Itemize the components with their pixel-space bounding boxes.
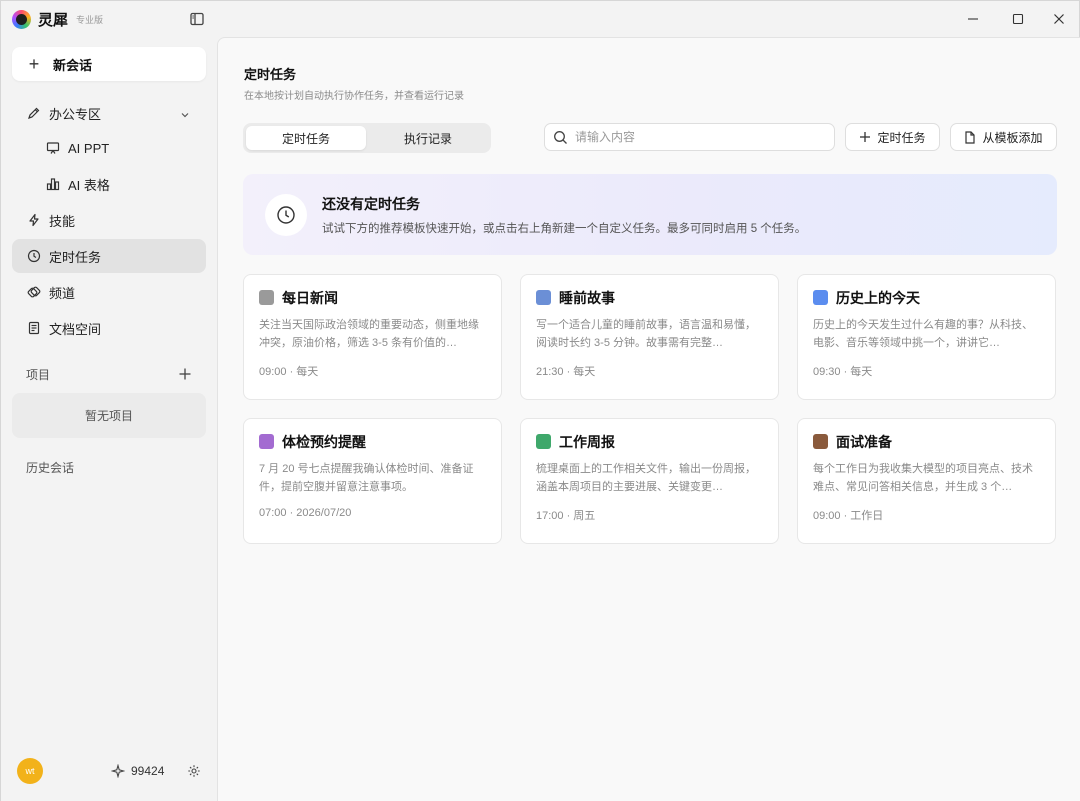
card-description: 历史上的今天发生过什么有趣的事？从科技、电影、音乐等领域中挑一个，讲讲它… bbox=[813, 319, 1033, 349]
add-project-icon[interactable] bbox=[178, 367, 192, 381]
projects-label: 项目 bbox=[26, 368, 51, 382]
card-description: 每个工作日为我收集大模型的项目亮点、技术难点、常见问答相关信息，并生成 3 个… bbox=[813, 463, 1033, 493]
projects-empty: 暂无项目 bbox=[12, 393, 206, 438]
template-card-bedtime-story[interactable]: 睡前故事 写一个适合儿童的睡前故事，语言温和易懂，阅读时长约 3-5 分钟。故事… bbox=[520, 274, 779, 400]
brand: 灵犀 专业版 bbox=[12, 9, 103, 29]
briefcase-icon bbox=[813, 434, 828, 449]
sidebar-item-ai-table[interactable]: AI 表格 bbox=[12, 167, 206, 201]
card-schedule: 21:30 · 每天 bbox=[536, 366, 596, 378]
sparkle-icon bbox=[111, 764, 125, 778]
sidebar-item-docs[interactable]: 文档空间 bbox=[12, 311, 206, 345]
avatar[interactable]: wt bbox=[17, 758, 43, 784]
card-description: 7 月 20 号七点提醒我确认体检时间、准备证件，提前空腹并留意注意事项。 bbox=[259, 463, 474, 493]
card-description: 梳理桌面上的工作相关文件，输出一份周报，涵盖本周项目的主要进展、关键变更… bbox=[536, 463, 756, 493]
card-schedule: 09:00 · 工作日 bbox=[813, 510, 884, 522]
card-title: 工作周报 bbox=[559, 434, 615, 450]
page-title: 定时任务 bbox=[244, 67, 297, 82]
clipboard-icon bbox=[259, 434, 274, 449]
bar-chart-icon bbox=[536, 434, 551, 449]
empty-state-title: 还没有定时任务 bbox=[322, 196, 420, 212]
sidebar-item-label: 定时任务 bbox=[49, 249, 102, 265]
new-chat-label: 新会话 bbox=[53, 57, 93, 73]
card-title: 历史上的今天 bbox=[836, 290, 920, 306]
credits-count: 99424 bbox=[131, 764, 165, 778]
card-description: 写一个适合儿童的睡前故事，语言温和易懂，阅读时长约 3-5 分钟。故事需有完整… bbox=[536, 319, 756, 349]
template-card-weekly-report[interactable]: 工作周报 梳理桌面上的工作相关文件，输出一份周报，涵盖本周项目的主要进展、关键变… bbox=[520, 418, 779, 544]
maximize-icon[interactable] bbox=[1009, 10, 1027, 28]
card-schedule: 09:00 · 每天 bbox=[259, 366, 319, 378]
sidebar-item-ai-ppt[interactable]: AI PPT bbox=[12, 131, 206, 165]
card-schedule: 17:00 · 周五 bbox=[536, 510, 596, 522]
search-input[interactable] bbox=[575, 130, 815, 144]
sidebar-item-channels[interactable]: 频道 bbox=[12, 275, 206, 309]
document-icon bbox=[26, 321, 41, 336]
tab-scheduled-tasks[interactable]: 定时任务 bbox=[246, 126, 366, 150]
credits[interactable]: 99424 bbox=[111, 763, 164, 779]
edition-badge: 专业版 bbox=[76, 14, 104, 25]
app-logo-icon bbox=[12, 9, 31, 29]
tab-bar: 定时任务 执行记录 bbox=[243, 123, 491, 153]
tab-run-history[interactable]: 执行记录 bbox=[368, 126, 488, 150]
open-book-icon bbox=[536, 290, 551, 305]
card-title: 面试准备 bbox=[836, 434, 892, 450]
close-icon[interactable] bbox=[1050, 10, 1068, 28]
app-window: 灵犀 专业版 + 新会话 办公专区 AI PPT AI 表格 技能 定时任务 频… bbox=[0, 0, 1080, 801]
template-card-checkup-reminder[interactable]: 体检预约提醒 7 月 20 号七点提醒我确认体检时间、准备证件，提前空腹并留意注… bbox=[243, 418, 502, 544]
sidebar-item-label: AI PPT bbox=[68, 140, 110, 156]
card-title: 睡前故事 bbox=[559, 290, 615, 306]
template-card-today-in-history[interactable]: 历史上的今天 历史上的今天发生过什么有趣的事？从科技、电影、音乐等领域中挑一个，… bbox=[797, 274, 1056, 400]
new-chat-button[interactable]: + 新会话 bbox=[12, 47, 206, 81]
sidebar-item-label: 技能 bbox=[49, 213, 76, 229]
lightning-icon bbox=[26, 213, 41, 228]
pencil-icon bbox=[26, 106, 41, 121]
sidebar-toggle-icon[interactable] bbox=[189, 11, 205, 27]
search-icon bbox=[554, 130, 567, 144]
sidebar-item-skills[interactable]: 技能 bbox=[12, 203, 206, 237]
presentation-icon bbox=[45, 141, 60, 156]
chevron-down-icon[interactable] bbox=[180, 108, 190, 123]
gear-icon[interactable] bbox=[187, 764, 201, 778]
plus-icon: + bbox=[28, 54, 40, 74]
app-name: 灵犀 bbox=[38, 11, 69, 29]
sidebar-item-label: AI 表格 bbox=[68, 177, 110, 193]
card-title: 每日新闻 bbox=[282, 290, 338, 306]
sidebar-item-label: 频道 bbox=[49, 285, 76, 301]
calendar-icon bbox=[813, 290, 828, 305]
card-schedule: 07:00 · 2026/07/20 bbox=[259, 507, 352, 519]
add-task-label: 定时任务 bbox=[877, 130, 926, 145]
file-icon bbox=[965, 130, 976, 144]
card-schedule: 09:30 · 每天 bbox=[813, 366, 873, 378]
sidebar: 灵犀 专业版 + 新会话 办公专区 AI PPT AI 表格 技能 定时任务 频… bbox=[1, 1, 217, 801]
sidebar-item-scheduled-tasks[interactable]: 定时任务 bbox=[12, 239, 206, 273]
plus-icon bbox=[860, 132, 871, 142]
bar-chart-icon bbox=[45, 177, 60, 192]
sidebar-item-office[interactable]: 办公专区 bbox=[12, 96, 206, 130]
empty-state-description: 试试下方的推荐模板快速开始，或点击右上角新建一个自定义任务。最多可同时启用 5 … bbox=[322, 223, 807, 235]
page-subtitle: 在本地按计划自动执行协作任务，并查看运行记录 bbox=[244, 91, 464, 102]
template-card-interview-prep[interactable]: 面试准备 每个工作日为我收集大模型的项目亮点、技术难点、常见问答相关信息，并生成… bbox=[797, 418, 1056, 544]
add-from-template-button[interactable]: 从模板添加 bbox=[950, 123, 1057, 151]
history-label[interactable]: 历史会话 bbox=[26, 459, 74, 476]
clock-icon bbox=[265, 194, 307, 236]
sidebar-item-label: 文档空间 bbox=[49, 321, 102, 337]
template-card-daily-news[interactable]: 每日新闻 关注当天国际政治领域的重要动态，侧重地缘冲突，原油价格，筛选 3-5 … bbox=[243, 274, 502, 400]
card-description: 关注当天国际政治领域的重要动态，侧重地缘冲突，原油价格，筛选 3-5 条有价值的… bbox=[259, 319, 479, 349]
empty-state-banner: 还没有定时任务 试试下方的推荐模板快速开始，或点击右上角新建一个自定义任务。最多… bbox=[243, 174, 1057, 255]
card-title: 体检预约提醒 bbox=[282, 434, 366, 450]
main-panel: 定时任务 在本地按计划自动执行协作任务，并查看运行记录 定时任务 执行记录 定时… bbox=[217, 37, 1080, 801]
search-box bbox=[544, 123, 835, 151]
add-task-button[interactable]: 定时任务 bbox=[845, 123, 940, 151]
add-template-label: 从模板添加 bbox=[982, 130, 1043, 145]
sidebar-item-label: 办公专区 bbox=[49, 106, 102, 122]
channel-icon bbox=[26, 285, 41, 300]
newspaper-icon bbox=[259, 290, 274, 305]
minimize-icon[interactable] bbox=[964, 10, 982, 28]
clock-icon bbox=[26, 249, 41, 264]
